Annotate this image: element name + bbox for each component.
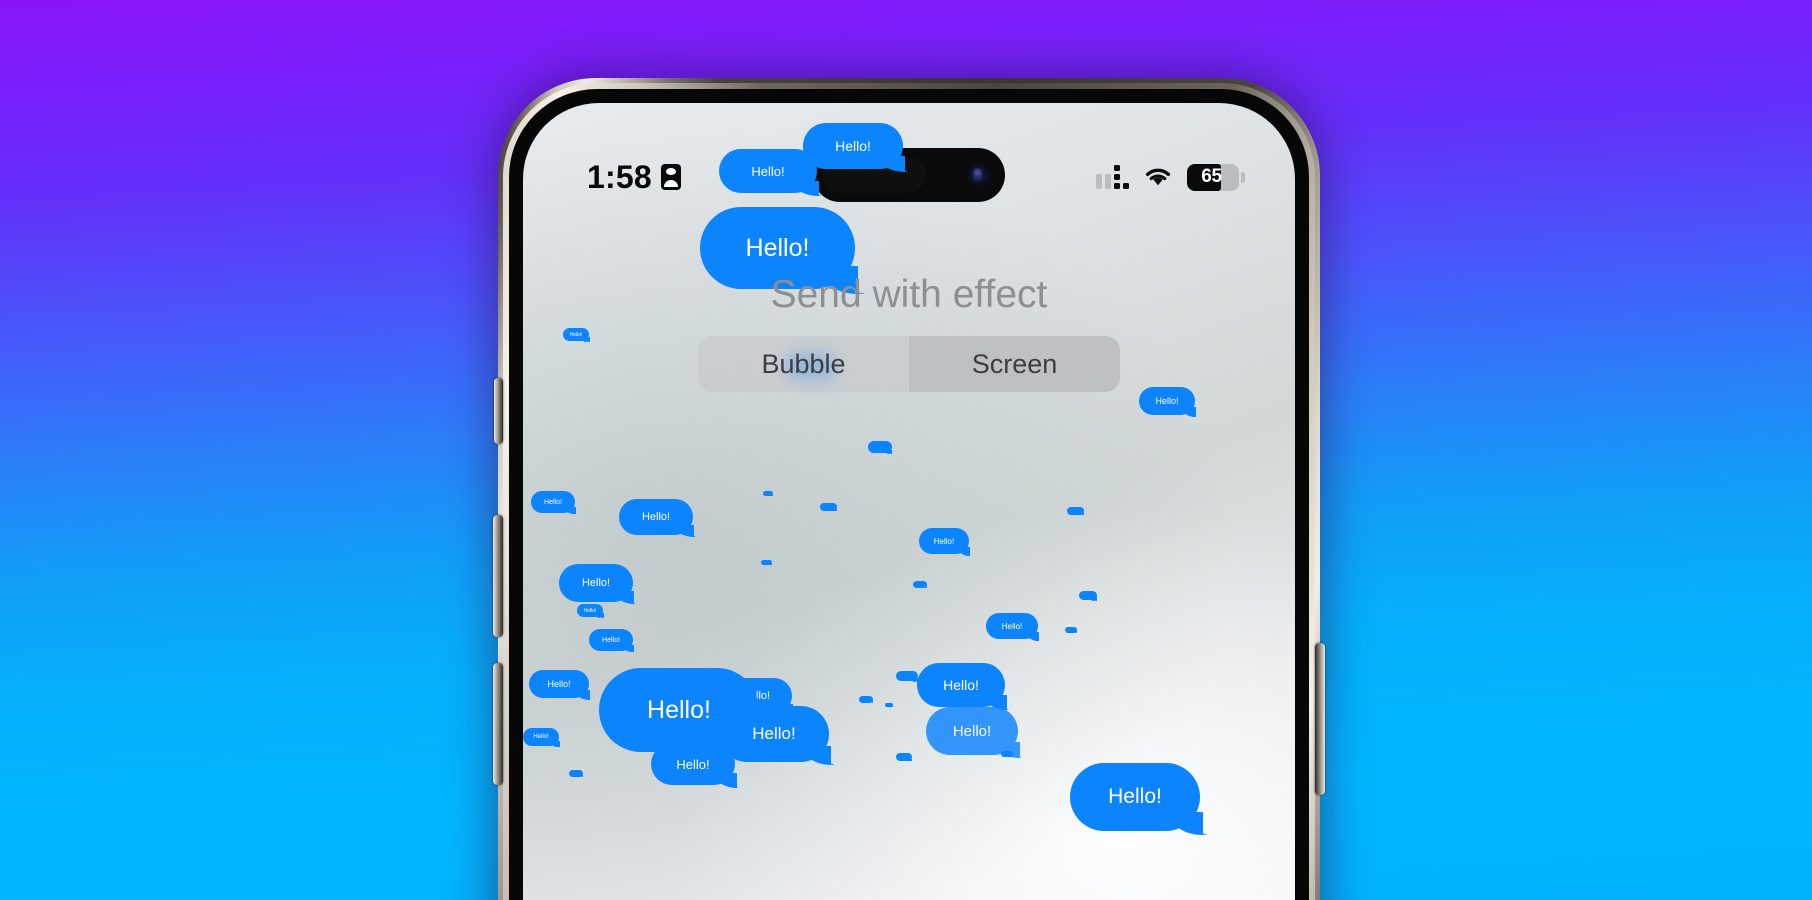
iphone-device: Hello! 1:58 65 Hello! Hello! Hello! Hell…	[493, 78, 1325, 900]
hello-bubble	[1079, 591, 1098, 601]
hello-bubble: Hello!	[563, 328, 590, 342]
hello-bubble-text: Hello!	[581, 577, 611, 589]
hello-bubble: Hello!	[1139, 387, 1197, 417]
hello-bubble: Hello!	[919, 528, 970, 556]
hello-bubble	[1065, 627, 1078, 634]
volume-up-button[interactable]	[493, 515, 503, 637]
hello-bubble-text: Hello!	[647, 695, 711, 724]
hello-bubble	[1067, 507, 1085, 516]
hello-bubble	[868, 441, 893, 454]
hello-bubble: Hello!	[531, 491, 576, 515]
tab-screen[interactable]: Screen	[909, 336, 1120, 392]
page-title: Send with effect	[770, 273, 1048, 316]
volume-down-button[interactable]	[493, 663, 503, 785]
hello-bubble: Hello!	[559, 564, 635, 605]
hello-bubble-text: Hello!	[1108, 785, 1162, 808]
echo-bubble-layer: Hello! Hello! Hello! Hello! Hello! Hello! Hell…	[523, 103, 1295, 900]
hello-bubble: Hello!	[926, 707, 1020, 758]
hello-bubble-text: Hello!	[583, 607, 597, 614]
screenshot-stage: Hello! 1:58 65 Hello! Hello! Hello! Hell…	[0, 0, 1812, 900]
hello-bubble	[913, 581, 928, 589]
hello-bubble: Hello!	[986, 613, 1040, 641]
hello-bubble: Hello!	[619, 499, 695, 538]
hello-bubble-text: Hello!	[752, 724, 796, 743]
hello-bubble	[763, 491, 774, 497]
hello-bubble-text: Hello!	[745, 233, 810, 262]
hello-bubble	[1001, 751, 1014, 758]
hello-bubble	[820, 503, 838, 512]
hello-bubble-text: Hello!	[602, 636, 620, 644]
hello-bubble: Hello!	[1070, 763, 1203, 836]
action-button[interactable]	[494, 378, 503, 444]
hello-bubble-text: Hello!	[943, 677, 979, 693]
hello-bubble	[859, 696, 874, 704]
effect-type-segmented-control[interactable]: Bubble Screen	[698, 336, 1120, 392]
hello-bubble-text: Hello!	[1001, 621, 1023, 631]
tab-bubble-label: Bubble	[761, 348, 846, 379]
hello-bubble-text: Hello!	[641, 511, 671, 523]
hello-bubble: Hello!	[917, 663, 1007, 710]
hello-bubble-text: Hello!	[676, 756, 710, 772]
hello-bubble	[896, 753, 913, 762]
hello-bubble	[569, 770, 584, 778]
tab-screen-label: Screen	[971, 348, 1058, 379]
hello-bubble-text: Hello!	[547, 679, 571, 689]
hello-bubble: Hello!	[589, 629, 634, 653]
hello-bubble	[885, 703, 894, 708]
hello-bubble-text: Hello!	[544, 498, 562, 506]
hello-bubble-text: Hello!	[751, 163, 785, 179]
hello-bubble: Hello!	[529, 670, 591, 700]
hello-bubble: Hello!	[577, 604, 604, 618]
hello-bubble-text: Hello!	[1155, 396, 1179, 406]
hello-bubble: Hello!	[523, 728, 560, 748]
hello-bubble-text: Hello!	[569, 331, 583, 338]
hello-bubble-text: Hello!	[533, 734, 549, 740]
hello-bubble-text: Hello!	[933, 536, 955, 546]
device-screen: Hello! 1:58 65 Hello! Hello! Hello! Hell…	[523, 103, 1295, 900]
hello-bubble: Hello!	[651, 743, 737, 788]
tab-bubble[interactable]: Bubble	[698, 336, 909, 392]
hello-bubble: Hello!	[719, 706, 832, 766]
power-button[interactable]	[1315, 643, 1325, 795]
hello-bubble: Hello!	[719, 149, 819, 196]
hello-bubble	[761, 560, 773, 566]
hello-bubble	[896, 671, 919, 682]
hello-bubble-text: Hello!	[952, 722, 992, 740]
